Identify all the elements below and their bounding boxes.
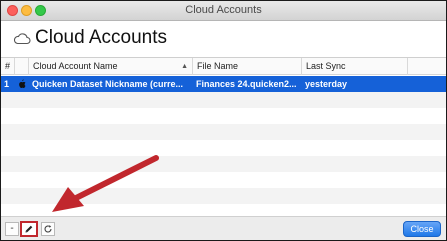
column-header-last-sync[interactable]: Last Sync <box>302 58 408 75</box>
pencil-icon <box>25 225 33 233</box>
empty-row <box>1 188 446 204</box>
cloud-accounts-window: Cloud Accounts Cloud Accounts # Cloud Ac… <box>0 0 447 241</box>
row-last-sync: yesterday <box>305 79 348 89</box>
empty-row <box>1 124 446 140</box>
cloud-icon <box>13 33 31 45</box>
empty-row <box>1 108 446 124</box>
column-header-file-name[interactable]: File Name <box>193 58 302 75</box>
column-header-icon[interactable] <box>15 58 29 75</box>
footer-toolbar: - Close <box>1 216 446 240</box>
row-number: 1 <box>4 79 10 89</box>
page-title: Cloud Accounts <box>35 27 168 48</box>
title-bar: Cloud Accounts <box>1 1 446 21</box>
table-row[interactable]: 1 Quicken Dataset Nickname (curre... Fin… <box>1 76 446 92</box>
refresh-button[interactable] <box>41 222 55 236</box>
empty-row <box>1 172 446 188</box>
empty-row <box>1 156 446 172</box>
remove-account-button[interactable]: - <box>5 222 19 236</box>
column-header-number[interactable]: # <box>1 58 15 75</box>
column-header-account-name[interactable]: Cloud Account Name ▲ <box>29 58 193 75</box>
row-file-name: Finances 24.quicken2... <box>196 79 297 89</box>
window-title: Cloud Accounts <box>185 4 262 16</box>
empty-row <box>1 140 446 156</box>
edit-account-button[interactable] <box>20 221 38 237</box>
column-header-account-name-label: Cloud Account Name <box>33 61 118 71</box>
empty-row <box>1 92 446 108</box>
cloud-accounts-table: # Cloud Account Name ▲ File Name Last Sy… <box>1 57 446 233</box>
apple-icon <box>15 76 29 92</box>
sort-ascending-icon: ▲ <box>181 63 188 70</box>
refresh-icon <box>44 225 52 233</box>
close-button[interactable]: Close <box>403 221 441 237</box>
main-content: Cloud Accounts # Cloud Account Name ▲ Fi… <box>1 21 446 240</box>
table-header: # Cloud Account Name ▲ File Name Last Sy… <box>1 58 446 75</box>
row-account-name: Quicken Dataset Nickname (curre... <box>32 79 184 89</box>
